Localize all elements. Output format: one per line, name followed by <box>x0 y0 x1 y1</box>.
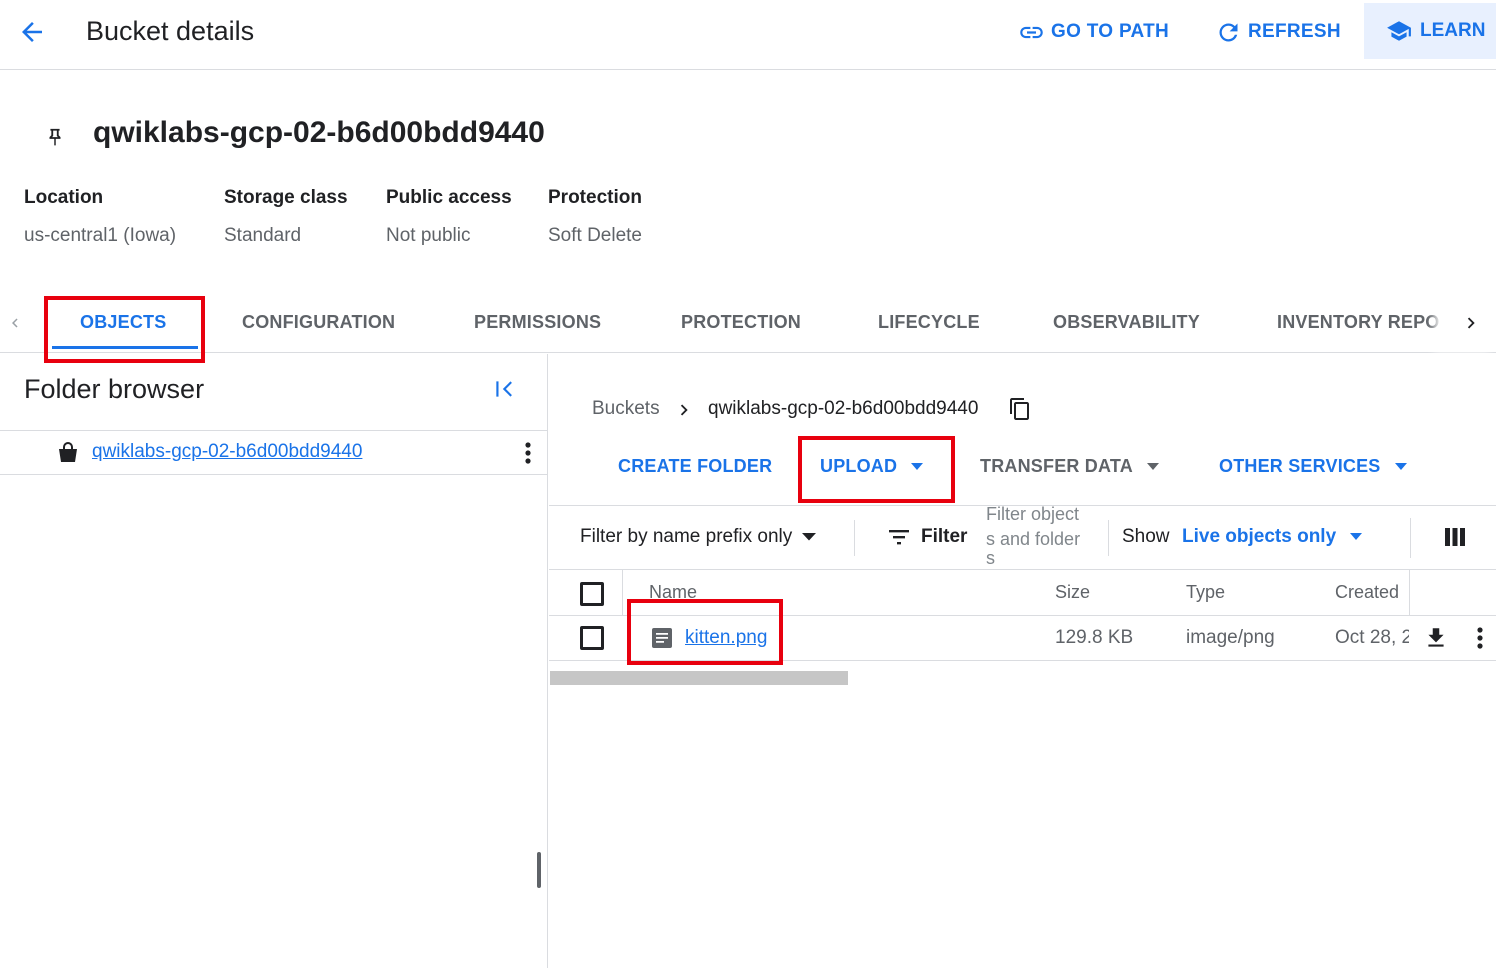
column-display-icon[interactable] <box>1444 527 1466 547</box>
objects-table-header: Name Size Type Created <box>549 570 1496 616</box>
filter-input[interactable]: Filter object s and folder s <box>986 502 1108 568</box>
column-header-type[interactable]: Type <box>1186 582 1225 603</box>
row-select-checkbox[interactable] <box>580 626 604 650</box>
filter-placeholder-line: s and folder <box>986 529 1081 549</box>
filter-bar: Filter by name prefix only Filter Filter… <box>549 502 1496 570</box>
create-folder-button[interactable]: CREATE FOLDER <box>618 456 772 477</box>
create-folder-label: CREATE FOLDER <box>618 456 773 476</box>
object-name-link[interactable]: kitten.png <box>685 627 767 649</box>
tab-objects[interactable]: OBJECTS <box>80 312 166 333</box>
more-vert-icon[interactable] <box>1472 626 1488 650</box>
breadcrumb-chevron-icon <box>673 399 695 421</box>
transfer-data-button[interactable]: TRANSFER DATA <box>980 456 1159 477</box>
select-all-checkbox[interactable] <box>580 582 604 606</box>
arrow-back-icon[interactable] <box>17 17 47 47</box>
dropdown-arrow-icon <box>1146 462 1159 471</box>
public-access-value: Not public <box>386 225 471 246</box>
tab-configuration[interactable]: CONFIGURATION <box>242 312 395 333</box>
learn-label: LEARN <box>1420 20 1486 41</box>
pin-icon[interactable] <box>44 126 66 150</box>
table-row: kitten.png 129.8 KB image/png Oct 28, 2 <box>549 616 1496 661</box>
tab-bar: OBJECTS CONFIGURATION PERMISSIONS PROTEC… <box>0 296 1496 353</box>
filter-list-icon <box>887 527 911 547</box>
divider <box>1108 520 1109 556</box>
upload-label: UPLOAD <box>820 456 898 476</box>
column-header-size[interactable]: Size <box>1055 582 1090 603</box>
tab-active-indicator <box>52 346 198 349</box>
dropdown-arrow-icon <box>1350 533 1363 541</box>
folder-tree-bucket-link[interactable]: qwiklabs-gcp-02-b6d00bdd9440 <box>92 441 362 463</box>
column-header-name[interactable]: Name <box>649 582 697 603</box>
top-bar: Bucket details GO TO PATH REFRESH LEARN <box>0 0 1496 70</box>
bucket-icon <box>56 441 80 465</box>
filter-label: Filter <box>921 526 968 547</box>
tab-observability[interactable]: OBSERVABILITY <box>1053 312 1200 333</box>
object-type: image/png <box>1186 627 1275 648</box>
filter-placeholder-line: s <box>986 548 995 568</box>
school-icon <box>1386 18 1412 44</box>
other-services-label: OTHER SERVICES <box>1219 456 1381 476</box>
back-button[interactable] <box>12 12 52 52</box>
divider <box>854 520 855 556</box>
breadcrumb-current-bucket: qwiklabs-gcp-02-b6d00bdd9440 <box>708 398 979 419</box>
column-header-created[interactable]: Created <box>1335 582 1399 603</box>
filter-button[interactable]: Filter <box>887 526 967 548</box>
other-services-button[interactable]: OTHER SERVICES <box>1219 456 1407 477</box>
divider <box>622 570 623 616</box>
upload-button[interactable]: UPLOAD <box>820 456 924 477</box>
panel-resize-handle[interactable] <box>537 852 541 888</box>
go-to-path-button[interactable]: GO TO PATH <box>1018 16 1169 48</box>
protection-label: Protection <box>548 187 642 208</box>
bucket-name: qwiklabs-gcp-02-b6d00bdd9440 <box>93 116 545 149</box>
filter-prefix-value: Filter by name prefix only <box>580 526 793 547</box>
tab-lifecycle[interactable]: LIFECYCLE <box>878 312 980 333</box>
breadcrumb-buckets[interactable]: Buckets <box>592 398 660 420</box>
folder-browser-title: Folder browser <box>24 374 205 404</box>
location-value: us-central1 (Iowa) <box>24 225 177 246</box>
page-title: Bucket details <box>86 16 255 46</box>
dropdown-arrow-icon <box>802 533 817 541</box>
object-size: 129.8 KB <box>1055 627 1134 648</box>
chevron-right-icon[interactable] <box>1460 311 1482 335</box>
location-label: Location <box>24 187 104 208</box>
transfer-data-label: TRANSFER DATA <box>980 456 1133 476</box>
chevron-left-icon[interactable] <box>6 312 24 334</box>
protection-value: Soft Delete <box>548 225 642 246</box>
refresh-label: REFRESH <box>1248 21 1341 42</box>
tab-protection[interactable]: PROTECTION <box>681 312 801 333</box>
go-to-path-label: GO TO PATH <box>1051 21 1170 42</box>
learn-button[interactable]: LEARN <box>1364 3 1496 59</box>
object-created: Oct 28, 2 <box>1335 627 1409 648</box>
tab-permissions[interactable]: PERMISSIONS <box>474 312 601 333</box>
download-icon[interactable] <box>1423 625 1449 651</box>
dropdown-arrow-icon <box>1394 462 1407 471</box>
refresh-button[interactable]: REFRESH <box>1215 16 1341 48</box>
filter-placeholder-line: Filter object <box>986 504 1080 524</box>
divider <box>1410 518 1411 558</box>
storage-class-label: Storage class <box>224 187 348 208</box>
file-icon <box>651 626 673 650</box>
dropdown-arrow-icon <box>911 462 924 471</box>
show-objects-select[interactable]: Live objects only <box>1182 526 1363 548</box>
copy-icon[interactable] <box>1008 396 1032 422</box>
folder-browser-panel: Folder browser qwiklabs-gcp-02-b6d00bdd9… <box>0 354 548 968</box>
show-objects-value: Live objects only <box>1182 526 1337 547</box>
show-label: Show <box>1122 526 1170 547</box>
folder-tree-item[interactable]: qwiklabs-gcp-02-b6d00bdd9440 <box>0 430 548 475</box>
tab-inventory-reports[interactable]: INVENTORY REPO <box>1277 312 1440 333</box>
divider <box>1409 570 1410 616</box>
link-icon <box>1018 19 1045 46</box>
storage-class-value: Standard <box>224 225 302 246</box>
refresh-icon <box>1215 19 1242 46</box>
public-access-label: Public access <box>386 187 512 208</box>
collapse-panel-icon[interactable] <box>492 376 518 402</box>
horizontal-scrollbar[interactable] <box>550 671 848 685</box>
more-vert-icon[interactable] <box>520 441 536 465</box>
filter-prefix-select[interactable]: Filter by name prefix only <box>580 526 817 548</box>
